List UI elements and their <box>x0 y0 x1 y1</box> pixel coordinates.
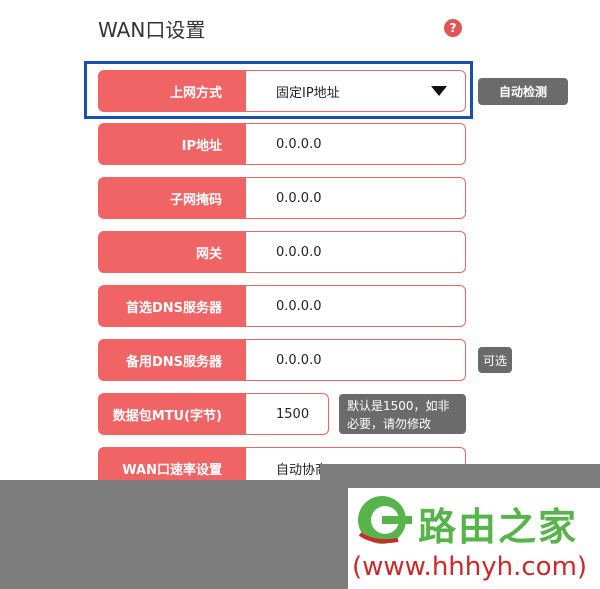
help-icon[interactable]: ? <box>444 19 462 37</box>
watermark-logo-icon <box>358 496 412 544</box>
page-title: WAN口设置 <box>98 18 206 42</box>
primary-dns-label: 首选DNS服务器 <box>98 285 246 327</box>
watermark: 路由之家 (www.hhhyh.com) <box>348 488 600 589</box>
ip-address-label: IP地址 <box>98 123 246 165</box>
gateway-label: 网关 <box>98 231 246 273</box>
mtu-row: 数据包MTU(字节) 1500 <box>98 393 329 435</box>
subnet-mask-row: 子网掩码 0.0.0.0 <box>98 177 466 219</box>
gateway-input[interactable]: 0.0.0.0 <box>246 231 466 273</box>
mtu-tooltip: 默认是1500，如非 必要，请勿修改 <box>339 394 466 434</box>
secondary-dns-input[interactable]: 0.0.0.0 <box>246 339 466 381</box>
ip-address-input[interactable]: 0.0.0.0 <box>246 123 466 165</box>
subnet-mask-label: 子网掩码 <box>98 177 246 219</box>
auto-detect-button[interactable]: 自动检测 <box>478 78 568 105</box>
primary-dns-input[interactable]: 0.0.0.0 <box>246 285 466 327</box>
gateway-row: 网关 0.0.0.0 <box>98 231 466 273</box>
ip-address-row: IP地址 0.0.0.0 <box>98 123 466 165</box>
watermark-title: 路由之家 <box>418 504 579 549</box>
mtu-tooltip-line2: 必要，请勿修改 <box>347 417 432 431</box>
mtu-label: 数据包MTU(字节) <box>98 393 246 435</box>
mtu-tooltip-line1: 默认是1500，如非 <box>347 399 450 413</box>
optional-badge: 可选 <box>478 347 512 373</box>
secondary-dns-row: 备用DNS服务器 0.0.0.0 <box>98 339 466 381</box>
selection-highlight <box>84 61 473 119</box>
secondary-dns-label: 备用DNS服务器 <box>98 339 246 381</box>
primary-dns-row: 首选DNS服务器 0.0.0.0 <box>98 285 466 327</box>
subnet-mask-input[interactable]: 0.0.0.0 <box>246 177 466 219</box>
watermark-url: (www.hhhyh.com) <box>352 552 588 582</box>
mtu-input[interactable]: 1500 <box>246 393 329 435</box>
